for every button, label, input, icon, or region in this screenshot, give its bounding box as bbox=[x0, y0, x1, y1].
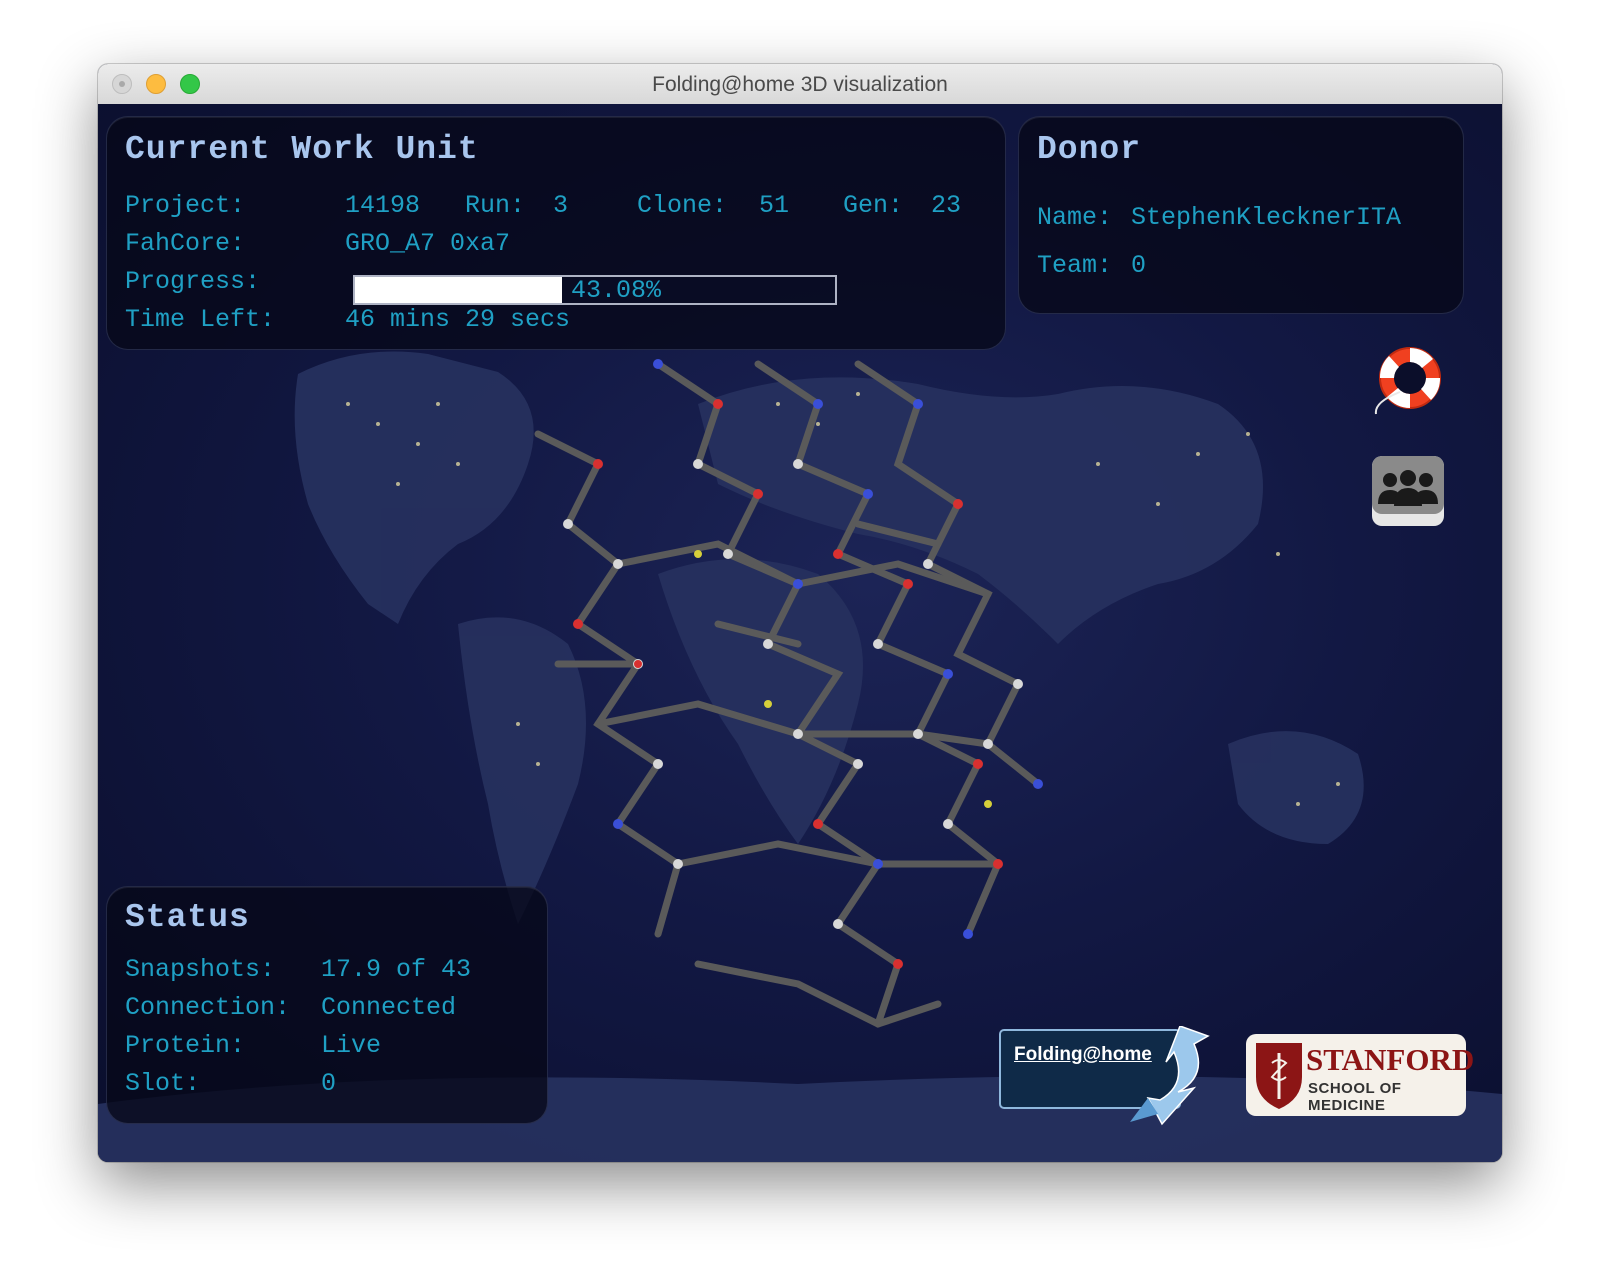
lifebuoy-icon bbox=[1374, 347, 1441, 415]
fah-logo-text: Folding@home bbox=[1014, 1044, 1152, 1065]
time-left-value: 46 mins 29 secs bbox=[345, 305, 571, 334]
donor-heading: Donor bbox=[1037, 131, 1142, 168]
current-work-unit-panel: Current Work Unit Project: 14198 Run: 3 … bbox=[106, 116, 1006, 350]
fahcore-value: GRO_A7 0xa7 bbox=[345, 229, 511, 258]
run-label: Run: bbox=[465, 191, 526, 220]
time-left-label: Time Left: bbox=[125, 305, 276, 334]
donor-panel: Donor Name: StephenKlecknerITA Team: 0 bbox=[1018, 116, 1464, 314]
people-group-icon bbox=[1372, 456, 1444, 526]
help-button[interactable] bbox=[1370, 342, 1446, 418]
protein-value: Live bbox=[321, 1031, 382, 1060]
donor-name-value: StephenKlecknerITA bbox=[1131, 203, 1402, 232]
fahcore-label: FahCore: bbox=[125, 229, 246, 258]
app-window: Folding@home 3D visualization Current Wo… bbox=[98, 64, 1502, 1162]
connection-value: Connected bbox=[321, 993, 457, 1022]
australia-landmass bbox=[1228, 731, 1364, 844]
donor-name-label: Name: bbox=[1037, 203, 1113, 232]
donor-team-value: 0 bbox=[1131, 251, 1147, 280]
donor-team-label: Team: bbox=[1037, 251, 1113, 280]
status-panel: Status Snapshots: 17.9 of 43 Connection:… bbox=[106, 886, 548, 1124]
run-value: 3 bbox=[553, 191, 569, 220]
north-america-landmass bbox=[294, 351, 534, 624]
team-button[interactable] bbox=[1370, 454, 1446, 530]
stanford-shield-icon bbox=[1256, 1043, 1302, 1109]
snapshots-value: 17.9 of 43 bbox=[321, 955, 472, 984]
window-title: Folding@home 3D visualization bbox=[652, 73, 948, 96]
stanford-subtitle: SCHOOL OF MEDICINE bbox=[1308, 1080, 1402, 1114]
clone-label: Clone: bbox=[637, 191, 728, 220]
project-value: 14198 bbox=[345, 191, 421, 220]
snapshots-label: Snapshots: bbox=[125, 955, 276, 984]
slot-value: 0 bbox=[321, 1069, 337, 1098]
title-bar: Folding@home 3D visualization bbox=[98, 64, 1502, 105]
progress-bar: 43.08% bbox=[353, 275, 837, 305]
protein-label: Protein: bbox=[125, 1031, 246, 1060]
progress-label: Progress: bbox=[125, 267, 261, 296]
status-heading: Status bbox=[125, 899, 250, 936]
clone-value: 51 bbox=[759, 191, 790, 220]
slot-label: Slot: bbox=[125, 1069, 201, 1098]
stanford-name: STANFORD bbox=[1306, 1042, 1475, 1077]
fah-logo-graphic bbox=[999, 1025, 1210, 1126]
project-label: Project: bbox=[125, 191, 246, 220]
gen-value: 23 bbox=[931, 191, 962, 220]
folding-at-home-logo[interactable]: Folding@home bbox=[998, 1025, 1218, 1126]
visualization-viewport[interactable]: Current Work Unit Project: 14198 Run: 3 … bbox=[98, 104, 1502, 1162]
gen-label: Gen: bbox=[843, 191, 904, 220]
work-unit-heading: Current Work Unit bbox=[125, 131, 479, 168]
progress-bar-fill bbox=[355, 277, 562, 303]
connection-label: Connection: bbox=[125, 993, 291, 1022]
stanford-medicine-logo[interactable]: STANFORD SCHOOL OF MEDICINE bbox=[1246, 1034, 1474, 1116]
progress-percent-text: 43.08% bbox=[571, 276, 662, 305]
